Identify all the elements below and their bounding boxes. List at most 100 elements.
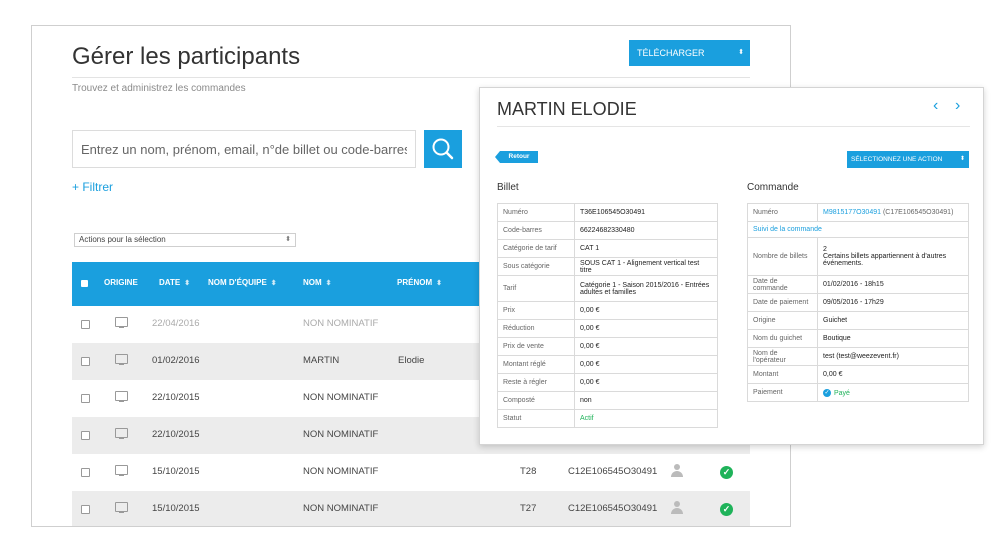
user-icon[interactable] [671,501,683,515]
row-checkbox[interactable] [81,468,90,477]
panel-divider [497,126,970,127]
commande-row: Nom de l'opérateur test (test@weezevent.f… [747,347,969,366]
header-nom[interactable]: NOM ⬍ [303,278,332,287]
header-prenom[interactable]: PRÉNOM ⬍ [397,278,442,287]
search-icon [432,138,454,160]
row-date: 22/04/2016 [152,318,200,329]
select-action-dropdown[interactable]: SÉLECTIONNEZ UNE ACTION ⬍ [847,151,969,168]
row-checkbox[interactable] [81,320,90,329]
row-code: C12E106545O30491 [568,503,658,514]
monitor-icon [115,317,128,328]
commande-row: Nom du guichet Boutique [747,329,969,348]
row-nom: NON NOMINATIF [303,392,379,403]
participant-name: MARTIN ELODIE [497,99,637,119]
sort-icon: ⬍ [325,280,332,287]
commande-row: Date de commande 01/02/2016 - 18h15 [747,275,969,294]
commande-row: Date de paiement 09/05/2016 - 17h29 [747,293,969,312]
billet-row: Composté non [497,391,718,410]
search-button[interactable] [424,130,462,168]
billet-row: Code-barres 66224682330480 [497,221,718,240]
row-date: 22/10/2015 [152,392,200,403]
monitor-icon [115,465,128,476]
previous-icon[interactable]: ‹ [933,97,938,115]
billet-heading: Billet [497,182,519,193]
row-date: 01/02/2016 [152,355,200,366]
download-label: TÉLÉCHARGER [637,48,705,58]
row-nom: NON NOMINATIF [303,503,379,514]
billet-row: Prix de vente 0,00 € [497,337,718,356]
monitor-icon [115,428,128,439]
row-equipe: T27 [520,503,537,514]
check-circle-icon: ✓ [823,388,831,397]
commande-row: Paiement ✓ Payé [747,383,969,402]
row-nom: NON NOMINATIF [303,429,379,440]
billet-row: Catégorie de tarif CAT 1 [497,239,718,258]
commande-row: Montant 0,00 € [747,365,969,384]
order-link[interactable]: M9815177O30491 [823,209,881,216]
billet-row: Numéro T36E106545O30491 [497,203,718,222]
row-checkbox[interactable] [81,357,90,366]
commande-row: Suivi de la commande [747,221,969,238]
row-checkbox[interactable] [81,394,90,403]
order-tracking-link[interactable]: Suivi de la commande [753,226,822,233]
status-active: Actif [574,409,718,428]
order-extra: (C17E106545O30491) [882,209,954,216]
row-code: C12E106545O30491 [568,466,658,477]
row-date: 15/10/2015 [152,503,200,514]
billet-row: Tarif Catégorie 1 - Saison 2015/2016 - En… [497,275,718,302]
bulk-actions-select[interactable]: Actions pour la sélection ⬍ [74,233,296,247]
table-row[interactable]: 15/10/2015 NON NOMINATIF T28 C12E106545O… [72,454,750,491]
billet-row: Montant réglé 0,00 € [497,355,718,374]
back-button[interactable]: Retour [495,151,538,163]
row-equipe: T28 [520,466,537,477]
billet-row: Sous catégorie SOUS CAT 1 - Alignement ve… [497,257,718,276]
header-origine[interactable]: ORIGINE [104,278,138,287]
sort-icon: ⬍ [436,280,442,287]
header-date[interactable]: DATE ⬍ [159,278,190,287]
monitor-icon [115,354,128,365]
search-input[interactable] [72,130,416,168]
select-arrows-icon: ⬍ [285,236,291,243]
bulk-actions-label: Actions pour la sélection [79,235,166,244]
row-checkbox[interactable] [81,431,90,440]
commande-row: Nombre de billets 2 Certains billets appa… [747,237,969,276]
table-row[interactable]: 15/10/2015 NON NOMINATIF T27 C12E106545O… [72,491,750,526]
row-nom: MARTIN [303,355,340,366]
commande-table: Numéro M9815177O30491 (C17E106545O30491)… [747,203,969,402]
commande-row: Origine Guichet [747,311,969,330]
header-nom-equipe[interactable]: NOM D'ÉQUIPE ⬍ [208,278,277,287]
commande-row: Numéro M9815177O30491 (C17E106545O30491) [747,203,969,222]
row-date: 15/10/2015 [152,466,200,477]
participant-detail-panel: MARTIN ELODIE ‹ › Retour SÉLECTIONNEZ UN… [479,87,984,445]
check-icon: ✓ [720,466,733,479]
download-button[interactable]: TÉLÉCHARGER ⬍ [629,40,750,66]
page-title: Gérer les participants [72,43,301,70]
sort-icon: ⬍ [270,280,277,287]
filter-link[interactable]: + Filtrer [72,180,113,194]
row-nom: NON NOMINATIF [303,466,379,477]
tickets-note: Certains billets appartiennent à d'autre… [823,253,947,267]
billet-row: Prix 0,00 € [497,301,718,320]
user-icon[interactable] [671,464,683,478]
payment-status: Payé [834,389,850,397]
monitor-icon [115,391,128,402]
sort-icon: ⬍ [184,280,191,287]
billet-row: Reste à régler 0,00 € [497,373,718,392]
commande-heading: Commande [747,182,799,193]
check-icon: ✓ [720,503,733,516]
row-date: 22/10/2015 [152,429,200,440]
select-arrows-icon: ⬍ [959,156,965,162]
billet-row: Statut Actif [497,409,718,428]
billet-table: Numéro T36E106545O30491 Code-barres 662246… [497,203,718,428]
title-divider [72,77,750,78]
row-checkbox[interactable] [81,505,90,514]
select-all-checkbox[interactable] [81,280,88,287]
select-arrows-icon: ⬍ [738,49,744,56]
next-icon[interactable]: › [955,97,960,115]
row-nom: NON NOMINATIF [303,318,379,329]
page-subtitle: Trouvez et administrez les commandes [72,83,246,94]
billet-row: Réduction 0,00 € [497,319,718,338]
row-prenom: Elodie [398,355,425,366]
select-action-label: SÉLECTIONNEZ UNE ACTION [851,156,943,163]
monitor-icon [115,502,128,513]
